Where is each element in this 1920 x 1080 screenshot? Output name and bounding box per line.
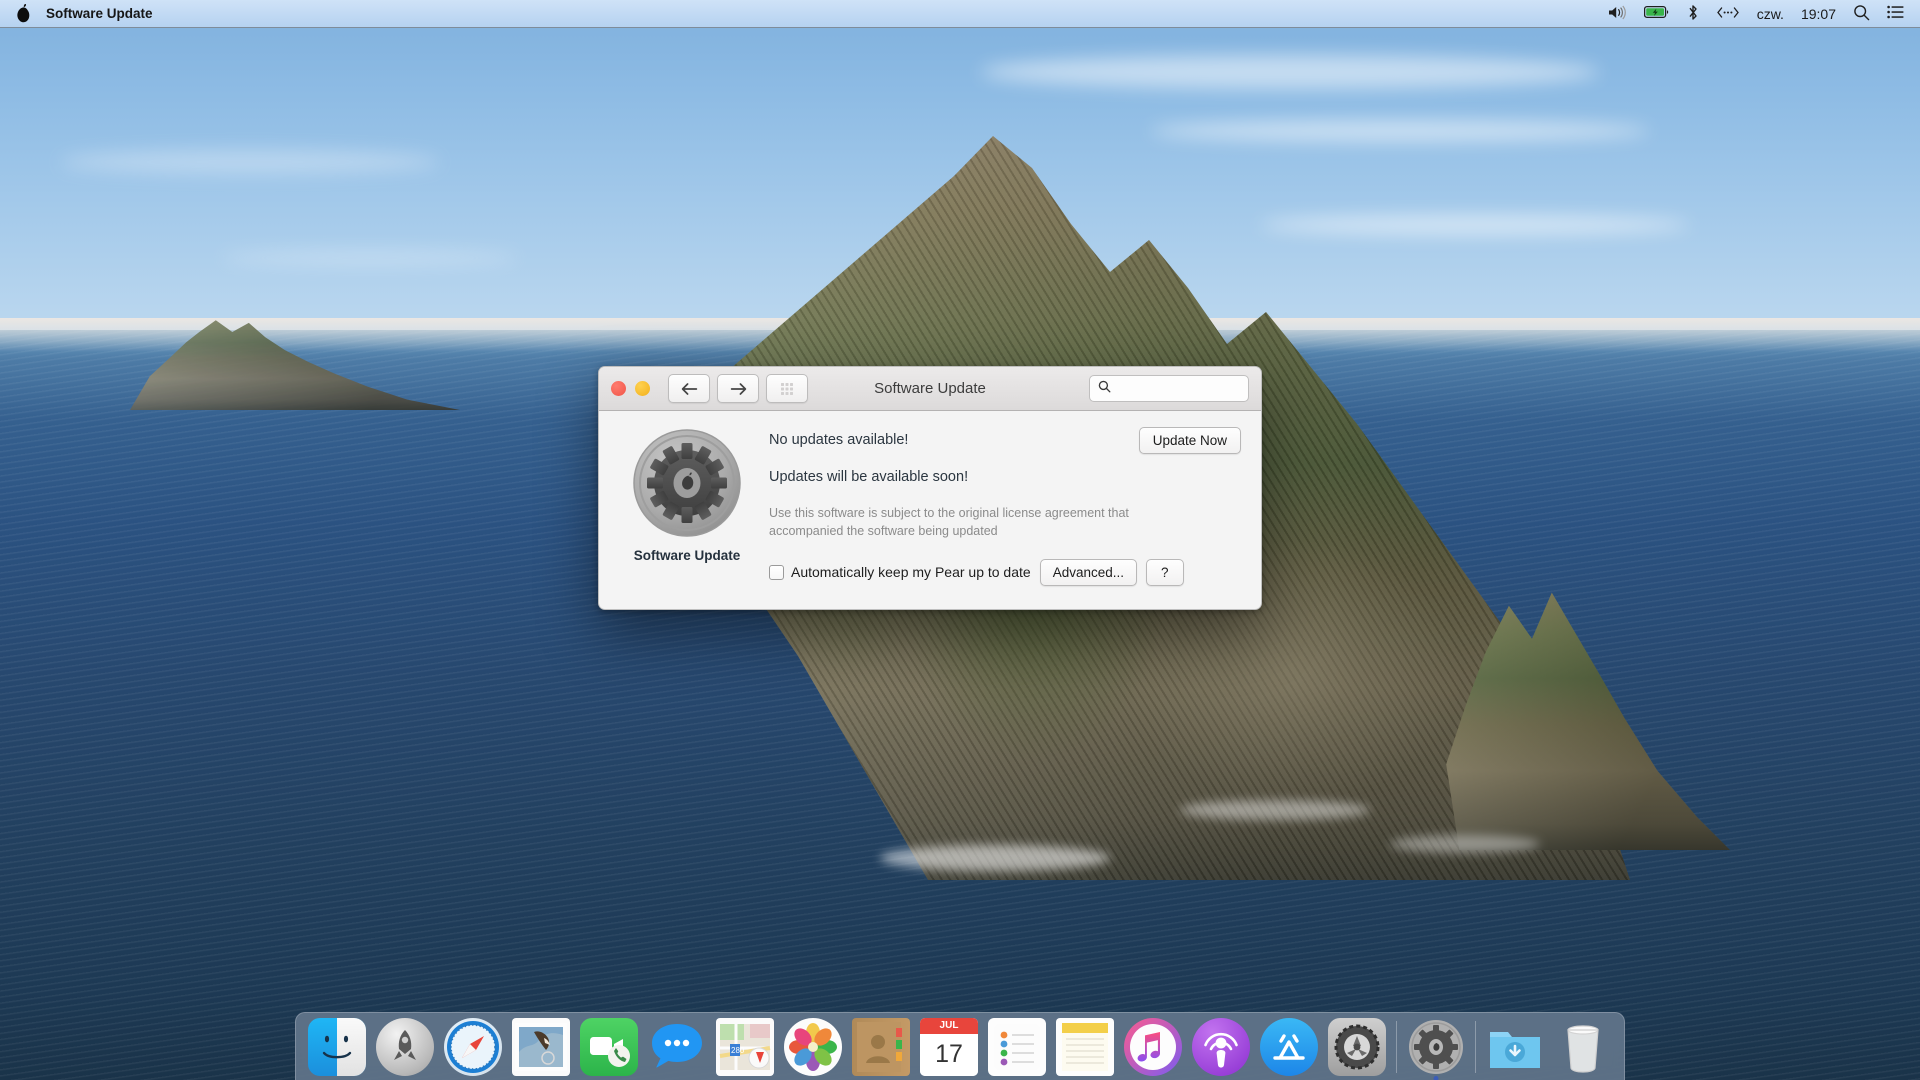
license-notice: Use this software is subject to the orig…	[769, 506, 1129, 538]
dock-separator	[1475, 1020, 1476, 1073]
dock-item-contacts[interactable]	[852, 1017, 910, 1076]
arrow-left-icon[interactable]	[668, 374, 710, 403]
window-content: Software Update No updates available! Up…	[599, 411, 1261, 609]
dock-item-maps[interactable]: 280	[716, 1017, 774, 1076]
maps-icon: 280	[716, 1017, 774, 1076]
preferences-row: Automatically keep my Pear up to date Ad…	[769, 558, 1241, 586]
launchpad-icon	[376, 1017, 434, 1076]
notes-icon	[1056, 1017, 1114, 1076]
update-now-button[interactable]: Update Now	[1138, 427, 1241, 454]
dock-item-calendar[interactable]: JUL 17	[920, 1017, 978, 1076]
spotlight-search-icon[interactable]	[1853, 4, 1870, 24]
advanced-button[interactable]: Advanced...	[1039, 558, 1137, 586]
menu-bar-status-area: czw. 19:07	[1607, 4, 1920, 24]
battery-icon[interactable]	[1643, 5, 1670, 22]
dock-item-downloads-folder[interactable]	[1486, 1018, 1544, 1076]
dock: 280 JUL 17	[295, 1012, 1625, 1080]
trash-icon	[1554, 1018, 1612, 1076]
control-center-icon[interactable]	[1887, 5, 1904, 22]
dock-item-launchpad[interactable]	[376, 1017, 434, 1076]
dock-item-finder[interactable]	[308, 1017, 366, 1076]
dock-item-system-preferences[interactable]	[1328, 1017, 1386, 1076]
cloud-shape	[1150, 120, 1650, 142]
reminders-icon	[988, 1017, 1046, 1076]
app-store-icon	[1260, 1017, 1318, 1076]
search-icon	[1098, 380, 1111, 398]
dock-item-messages[interactable]	[648, 1018, 706, 1076]
mail-icon	[512, 1017, 570, 1076]
dock-item-safari[interactable]	[444, 1017, 502, 1076]
dock-item-software-update[interactable]	[1407, 1018, 1465, 1080]
software-update-dock-icon	[1407, 1018, 1465, 1076]
facetime-icon	[580, 1017, 638, 1076]
auto-update-checkbox[interactable]	[769, 564, 784, 580]
arrow-right-icon[interactable]	[717, 374, 759, 403]
running-indicator-dot	[1433, 1075, 1439, 1080]
wallpaper-surf	[1390, 835, 1540, 853]
search-input[interactable]	[1117, 381, 1240, 396]
wallpaper-surf	[1180, 800, 1370, 820]
close-button[interactable]	[611, 381, 626, 396]
window-nav-group	[668, 374, 808, 403]
menu-bar-clock[interactable]: 19:07	[1801, 6, 1836, 22]
volume-icon[interactable]	[1607, 5, 1627, 23]
system-preferences-icon	[1328, 1017, 1386, 1076]
software-update-gear-icon	[631, 427, 743, 539]
bluetooth-icon[interactable]	[1687, 4, 1699, 24]
wallpaper-surf	[880, 845, 1110, 871]
dock-separator	[1396, 1020, 1397, 1073]
downloads-folder-icon	[1486, 1018, 1544, 1076]
status-line-secondary: Updates will be available soon!	[769, 469, 969, 485]
app-icon-caption: Software Update	[633, 548, 741, 563]
show-all-grid-icon[interactable]	[766, 374, 808, 403]
cloud-shape	[220, 250, 520, 266]
dock-item-trash[interactable]	[1554, 1018, 1612, 1076]
menu-bar-app-title[interactable]: Software Update	[46, 6, 153, 21]
dock-item-reminders[interactable]	[988, 1017, 1046, 1076]
dock-item-app-store[interactable]	[1260, 1017, 1318, 1076]
safari-icon	[444, 1017, 502, 1076]
airplay-display-icon[interactable]	[1716, 6, 1740, 22]
contacts-icon	[852, 1017, 910, 1076]
dock-item-facetime[interactable]	[580, 1017, 638, 1076]
itunes-icon	[1124, 1017, 1182, 1076]
photos-icon	[784, 1017, 842, 1076]
podcasts-icon	[1192, 1017, 1250, 1076]
menu-bar: Software Update czw. 19:07	[0, 0, 1920, 28]
cloud-shape	[980, 55, 1600, 89]
dock-item-notes[interactable]	[1056, 1017, 1114, 1076]
dock-item-photos[interactable]	[784, 1017, 842, 1076]
window-controls	[611, 381, 650, 396]
messages-icon	[648, 1018, 706, 1076]
cloud-shape	[1260, 215, 1690, 235]
menu-bar-left: Software Update	[0, 4, 153, 23]
status-text-column: No updates available! Updates will be av…	[755, 427, 1241, 609]
app-icon-column: Software Update	[619, 427, 755, 609]
search-field[interactable]	[1089, 375, 1249, 402]
pear-logo-icon[interactable]	[12, 4, 34, 23]
minimize-button[interactable]	[635, 381, 650, 396]
svg-text:280: 280	[731, 1046, 745, 1055]
auto-update-label[interactable]: Automatically keep my Pear up to date	[791, 564, 1031, 580]
cloud-shape	[60, 150, 440, 174]
menu-bar-day[interactable]: czw.	[1757, 6, 1784, 22]
finder-icon	[308, 1017, 366, 1076]
window-titlebar[interactable]: Software Update	[599, 367, 1261, 411]
calendar-month: JUL	[920, 1017, 978, 1034]
help-button[interactable]: ?	[1145, 558, 1184, 586]
dock-item-podcasts[interactable]	[1192, 1017, 1250, 1076]
software-update-window[interactable]: Software Update Software Update No updat…	[598, 366, 1262, 610]
dock-item-mail[interactable]	[512, 1017, 570, 1076]
dock-item-itunes[interactable]	[1124, 1017, 1182, 1076]
calendar-day: 17	[920, 1033, 978, 1076]
calendar-icon: JUL 17	[920, 1017, 978, 1076]
